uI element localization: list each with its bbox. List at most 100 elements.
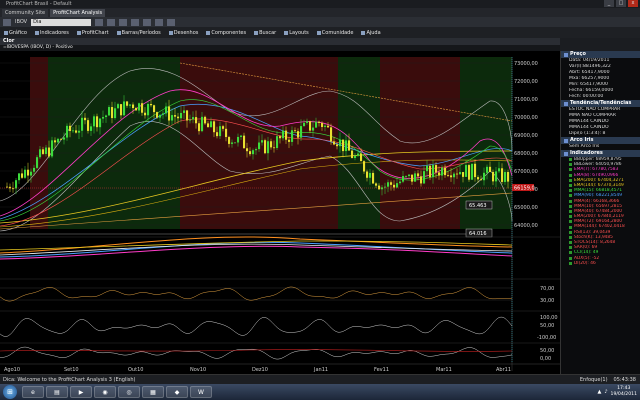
- band-red-3: [380, 57, 460, 229]
- osc3-label-50: 50,00: [540, 348, 554, 354]
- candle-body: [312, 127, 315, 131]
- checkbox-icon[interactable]: [569, 251, 572, 255]
- tab-community-site[interactable]: Community Site: [2, 9, 49, 17]
- menu-layouts[interactable]: Layouts: [284, 30, 309, 36]
- osc1-label-30: 30,00: [540, 298, 554, 304]
- menu-barras-periodos[interactable]: Barras/Períodos: [116, 30, 161, 36]
- checkbox-icon[interactable]: [569, 230, 572, 234]
- taskbar-chrome-icon[interactable]: ◎: [118, 386, 140, 398]
- taskbar-word-icon[interactable]: W: [190, 386, 212, 398]
- candle-body: [84, 117, 87, 121]
- period-select[interactable]: Dia: [31, 18, 92, 26]
- text-tool-icon[interactable]: [155, 18, 164, 26]
- menu-componentes[interactable]: Componentes: [206, 30, 246, 36]
- candle-body: [12, 188, 15, 190]
- tray-network-icon[interactable]: ▲: [597, 389, 601, 395]
- checkbox-icon[interactable]: [569, 261, 572, 265]
- candle-body: [360, 153, 363, 162]
- checkbox-icon[interactable]: [569, 184, 572, 188]
- fibonacci-icon[interactable]: [143, 18, 152, 26]
- start-button[interactable]: ⊞: [3, 385, 17, 399]
- new-chart-icon[interactable]: [3, 18, 11, 26]
- checkbox-icon[interactable]: [569, 189, 572, 193]
- zoom-in-icon[interactable]: [95, 18, 104, 26]
- checkbox-icon[interactable]: [569, 220, 572, 224]
- taskbar-ie-icon[interactable]: e: [22, 386, 44, 398]
- checkbox-icon[interactable]: [569, 225, 572, 229]
- line-tool-icon[interactable]: [131, 18, 140, 26]
- candle-body: [351, 150, 354, 159]
- candle-body: [429, 165, 432, 178]
- candle-body: [378, 185, 381, 190]
- menu-comunidade[interactable]: Comunidade: [316, 30, 353, 36]
- tray-volume-icon[interactable]: ♪: [604, 389, 607, 395]
- checkbox-icon[interactable]: [569, 235, 572, 239]
- band-green-2: [338, 57, 380, 229]
- status-bar: Dica: Welcome to the ProfitChart Analysi…: [0, 374, 640, 384]
- checkbox-icon[interactable]: [569, 256, 572, 260]
- candle-body: [123, 101, 126, 116]
- indicator-row[interactable]: DI(20): 46: [561, 261, 640, 266]
- taskbar-firefox-icon[interactable]: ◉: [94, 386, 116, 398]
- price-section-header[interactable]: Preço: [561, 51, 640, 58]
- indicators-section-header[interactable]: Indicadores: [561, 150, 640, 157]
- taskbar-folder-icon[interactable]: ▤: [46, 386, 68, 398]
- taskbar-profitchart-icon[interactable]: ▦: [142, 386, 164, 398]
- symbol-label[interactable]: IBOV: [15, 19, 27, 25]
- menu-buscar[interactable]: Buscar: [254, 30, 276, 36]
- checkbox-icon[interactable]: [569, 241, 572, 245]
- menu-grafico[interactable]: Gráfico: [4, 30, 27, 36]
- arc-section-header[interactable]: Arco Iris: [561, 137, 640, 144]
- candle-body: [18, 173, 21, 181]
- checkbox-icon[interactable]: [569, 168, 572, 172]
- tray-clock[interactable]: 17:43 19/04/2011: [611, 386, 637, 398]
- checkbox-icon[interactable]: [569, 194, 572, 198]
- chart-area[interactable]: 73000,00 72000,00 71000,00 70000,00 6900…: [0, 51, 560, 374]
- candle-body: [237, 136, 240, 143]
- checkbox-icon[interactable]: [569, 215, 572, 219]
- checkbox-icon[interactable]: [569, 158, 572, 162]
- system-tray: ▲ ♪ 17:43 19/04/2011: [597, 385, 637, 399]
- menu-profitchart[interactable]: ProfitChart: [76, 30, 109, 36]
- checkbox-icon[interactable]: [569, 246, 572, 250]
- menu-desenhos[interactable]: Desenhos: [168, 30, 198, 36]
- candle-body: [63, 137, 66, 140]
- checkbox-icon[interactable]: [569, 178, 572, 182]
- candle-body: [414, 173, 417, 182]
- tab-profitchart-analysis[interactable]: ProfitChart Analysis: [50, 9, 106, 17]
- candle-body: [36, 157, 39, 168]
- menu-ajuda[interactable]: Ajuda: [361, 30, 381, 36]
- candle-body: [504, 172, 507, 182]
- candle-body: [171, 115, 174, 121]
- candle-body: [213, 121, 216, 133]
- candle-body: [33, 167, 36, 172]
- candle-body: [48, 147, 51, 157]
- taskbar-media-icon[interactable]: ▶: [70, 386, 92, 398]
- checkbox-icon[interactable]: [569, 204, 572, 208]
- current-price-label: 66159,0: [514, 186, 535, 192]
- candle-body: [246, 148, 249, 152]
- zoom-out-icon[interactable]: [107, 18, 116, 26]
- checkbox-icon[interactable]: [569, 173, 572, 177]
- close-button[interactable]: x: [628, 0, 638, 7]
- candle-body: [435, 165, 438, 173]
- candle-body: [168, 106, 171, 121]
- candle-body: [357, 153, 360, 156]
- candle-body: [276, 136, 279, 148]
- crosshair-icon[interactable]: [119, 18, 128, 26]
- menu-indicadores[interactable]: Indicadores: [34, 30, 69, 36]
- print-icon[interactable]: [167, 18, 176, 26]
- minimize-button[interactable]: _: [604, 0, 614, 7]
- maximize-button[interactable]: □: [616, 0, 626, 7]
- candle-body: [225, 128, 228, 138]
- x-label-fev11: Fev11: [374, 367, 389, 373]
- taskbar-app-icon[interactable]: ◆: [166, 386, 188, 398]
- trend-section-header[interactable]: Tendência/Tendências: [561, 100, 640, 107]
- candle-body: [468, 165, 471, 180]
- chart-window-header[interactable]: Clor: [0, 38, 560, 45]
- checkbox-icon[interactable]: [569, 163, 572, 167]
- checkbox-icon[interactable]: [569, 199, 572, 203]
- checkbox-icon[interactable]: [569, 209, 572, 213]
- candle-body: [177, 116, 180, 119]
- candle-body: [282, 130, 285, 139]
